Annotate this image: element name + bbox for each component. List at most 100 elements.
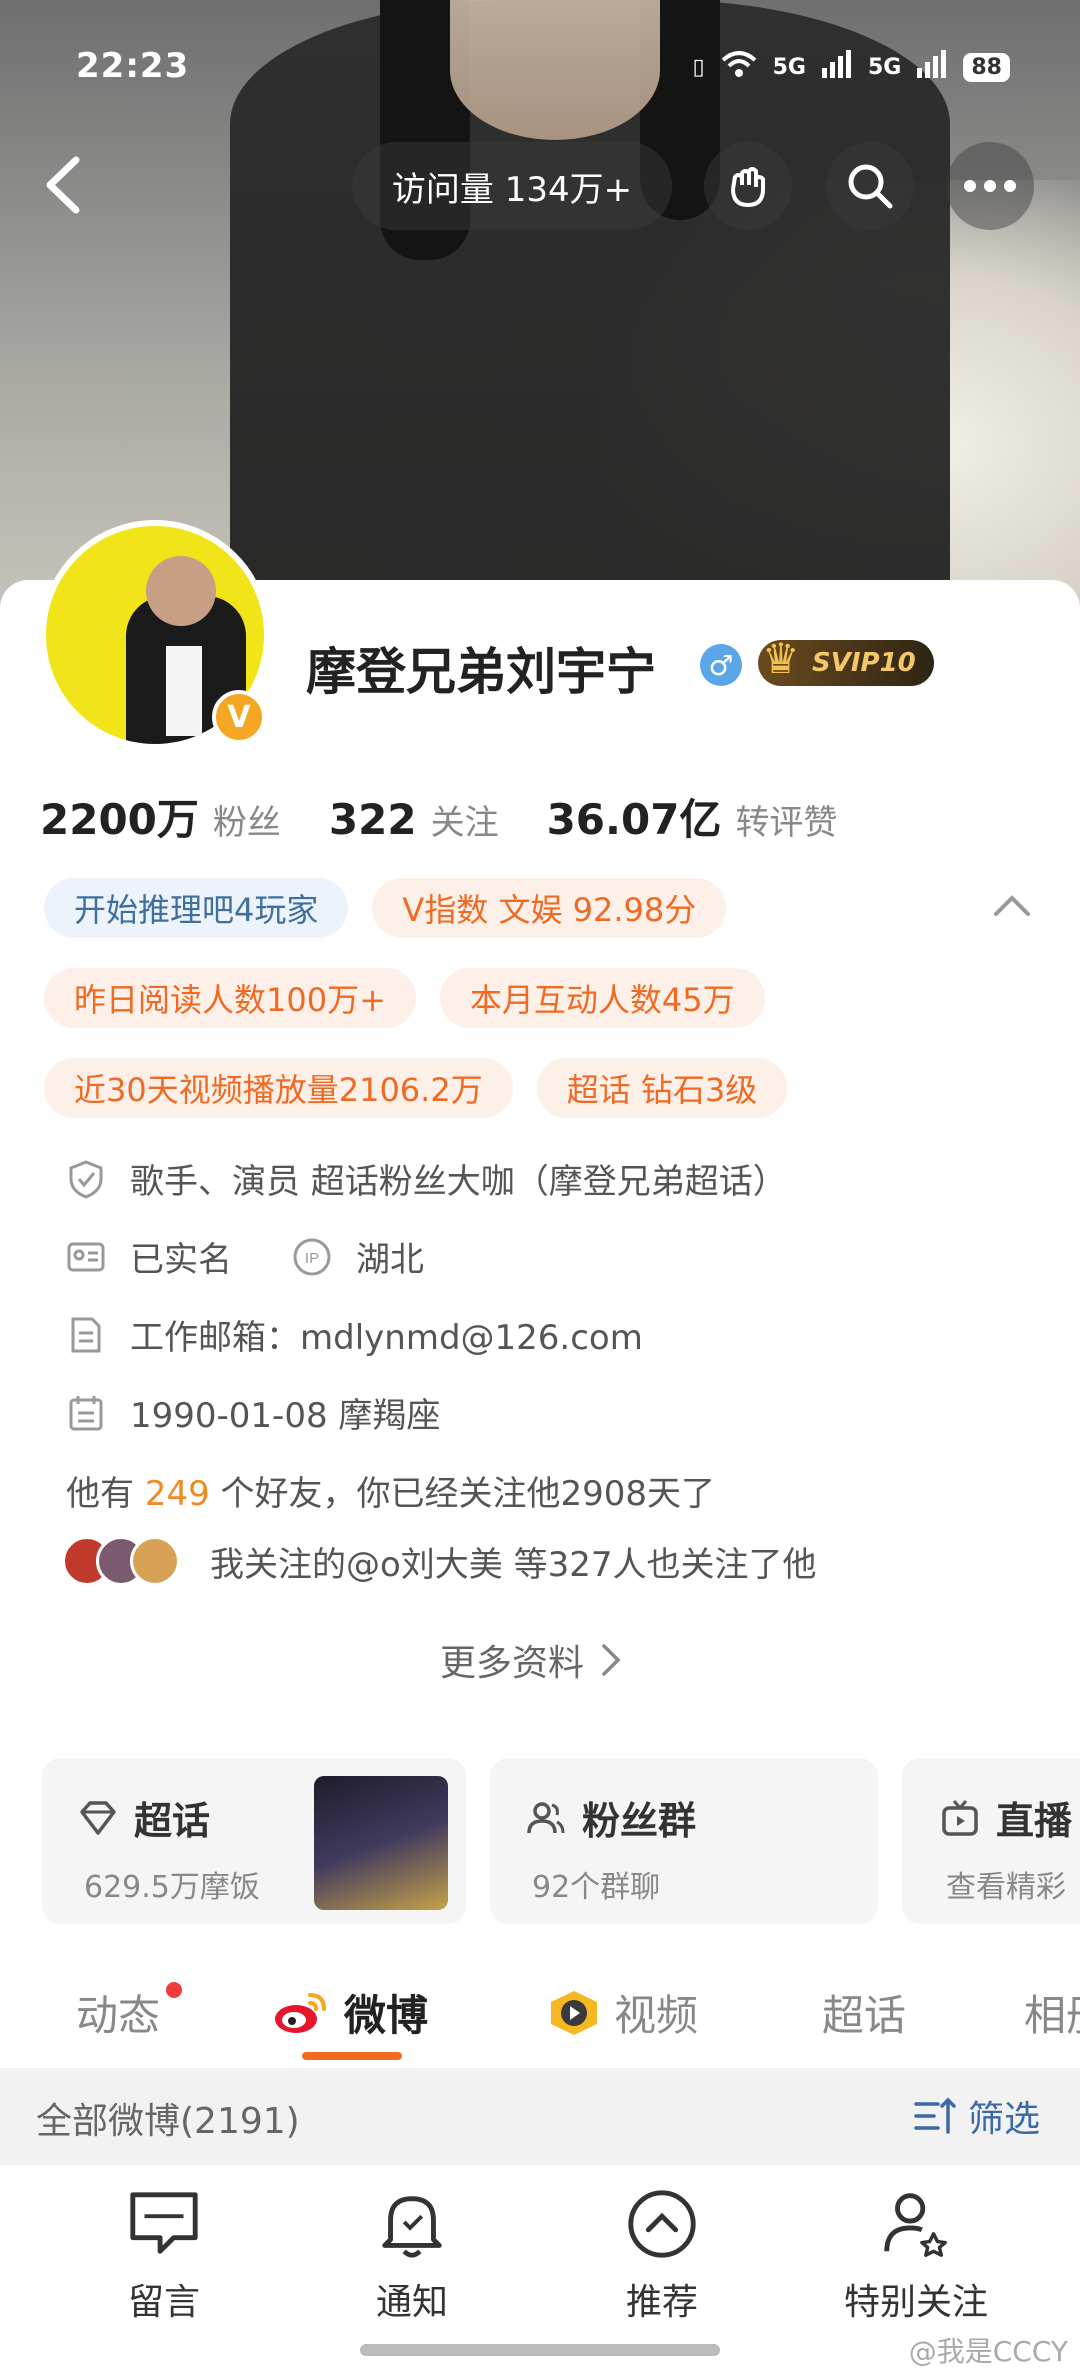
tab-super-topic[interactable]: 超话: [822, 1982, 906, 2043]
tags-row-1: 开始推理吧4玩家 V指数 文娱 92.98分: [44, 878, 727, 938]
bell-check-icon: [382, 2196, 442, 2258]
ip-icon: IP: [293, 1238, 331, 1275]
gift-button[interactable]: [704, 142, 792, 230]
v-index-tag[interactable]: V指数 文娱 92.98分: [372, 878, 727, 938]
chevron-up-icon[interactable]: [992, 886, 1032, 926]
feed-filter-bar: 全部微博(2191) 筛选: [0, 2068, 1080, 2164]
vibrate-icon: ▯: [692, 54, 705, 80]
calendar-icon: [69, 1395, 103, 1430]
tv-icon: [942, 1799, 978, 1836]
more-info-label: 更多资料: [440, 1643, 585, 1684]
email-info-row[interactable]: 工作邮箱：mdlynmd@126.com: [66, 1310, 643, 1359]
signal-2-label: 5G: [868, 54, 902, 80]
tab-album-label: 相册: [1024, 1991, 1080, 2040]
message-button[interactable]: 留言: [64, 2185, 264, 2325]
likes-count: 36.07亿: [546, 795, 722, 844]
profile-name: 摩登兄弟刘宇宁: [306, 643, 656, 701]
tab-weibo[interactable]: 微博: [272, 1982, 428, 2043]
search-icon: [848, 164, 893, 209]
live-sub: 查看精彩: [946, 1870, 1066, 1905]
ip-icon-label: IP: [305, 1250, 319, 1267]
chevron-right-icon: [602, 1644, 621, 1676]
special-follow-label: 特别关注: [843, 2282, 988, 2323]
document-icon: [71, 1317, 101, 1352]
notify-label: 通知: [375, 2282, 448, 2323]
super-topic-sub: 629.5万摩饭: [84, 1870, 260, 1905]
mutual-text: 我关注的@o刘大美 等327人也关注了他: [210, 1544, 817, 1585]
fan-group-title-row: 粉丝群: [526, 1790, 696, 1845]
signal-1-label: 5G: [772, 54, 806, 80]
friends-prefix: 他有: [66, 1474, 145, 1514]
filter-button[interactable]: 筛选: [914, 2090, 1040, 2142]
active-tab-indicator: [302, 2052, 402, 2060]
more-button[interactable]: [946, 142, 1034, 230]
id-card-icon: [67, 1242, 105, 1271]
friends-info[interactable]: 他有 249 个好友，你已经关注他2908天了: [66, 1466, 715, 1515]
tags-row-2: 昨日阅读人数100万+ 本月互动人数45万: [44, 968, 765, 1028]
mutual-followers[interactable]: 我关注的@o刘大美 等327人也关注了他: [62, 1536, 817, 1586]
tab-feed[interactable]: 动态: [76, 1982, 160, 2043]
search-button[interactable]: [826, 142, 914, 230]
profile-tabs: 动态 微博 视频 超话 相册: [0, 1960, 1080, 2070]
followers-stat[interactable]: 2200万 粉丝: [40, 786, 281, 847]
tab-super-topic-label: 超话: [822, 1991, 907, 2040]
status-icons: ▯ 5G 5G 88: [693, 50, 1010, 84]
status-bar: 22:23 ▯ 5G 5G 88: [0, 40, 1080, 100]
reads-tag[interactable]: 昨日阅读人数100万+: [44, 968, 416, 1028]
tab-video[interactable]: 视频: [546, 1982, 698, 2043]
notification-dot: [166, 1982, 182, 1998]
message-bubble-icon: [130, 2192, 198, 2254]
game-tag[interactable]: 开始推理吧4玩家: [44, 878, 349, 938]
tab-video-label: 视频: [614, 1991, 699, 2040]
tags-row-3: 近30天视频播放量2106.2万 超话 钻石3级: [44, 1058, 788, 1118]
fan-group-sub: 92个群聊: [532, 1870, 661, 1905]
profile-stats: 2200万 粉丝 322 关注 36.07亿 转评赞: [40, 786, 885, 847]
followers-count: 2200万: [40, 795, 199, 844]
svip-badge[interactable]: SVIP10: [758, 634, 934, 686]
verify-info-row[interactable]: 歌手、演员 超话粉丝大咖（摩登兄弟超话）: [66, 1154, 787, 1203]
special-follow-button[interactable]: 特别关注: [816, 2185, 1016, 2325]
battery-level: 88: [963, 52, 1010, 82]
avatar-shirt: [166, 646, 202, 736]
interactions-tag[interactable]: 本月互动人数45万: [439, 968, 765, 1028]
email-text: 工作邮箱：mdlynmd@126.com: [130, 1318, 643, 1358]
diamond-icon: [80, 1800, 116, 1835]
tab-album[interactable]: 相册: [1024, 1982, 1080, 2043]
filter-label: 筛选: [967, 2099, 1040, 2140]
following-stat[interactable]: 322 关注: [329, 795, 499, 844]
recommend-button[interactable]: 推荐: [562, 2185, 762, 2325]
super-topic-level-tag[interactable]: 超话 钻石3级: [536, 1058, 788, 1118]
signal-2-icon: [917, 50, 947, 84]
super-topic-thumbnail: [314, 1776, 448, 1910]
home-indicator[interactable]: [360, 2344, 720, 2356]
more-info-link[interactable]: 更多资料: [440, 1634, 626, 1686]
tab-weibo-label: 微博: [344, 1991, 429, 2040]
birthday-info-row: 1990-01-08 摩羯座: [66, 1388, 440, 1437]
identity-info-row: 已实名 IP 湖北: [66, 1232, 424, 1281]
fan-group-card[interactable]: 粉丝群 92个群聊: [490, 1758, 878, 1924]
wifi-icon: [721, 50, 757, 84]
male-icon: ♂: [700, 644, 742, 686]
mutual-avatar: [130, 1536, 180, 1586]
likes-label: 转评赞: [735, 803, 838, 843]
notify-button[interactable]: 通知: [312, 2185, 512, 2325]
visit-count-pill[interactable]: 访问量 134万+: [352, 142, 672, 230]
likes-stat[interactable]: 36.07亿 转评赞: [547, 786, 838, 847]
live-card[interactable]: 直播 查看精彩: [902, 1758, 1080, 1924]
watermark: @我是CCCY: [908, 2335, 1068, 2368]
birthday-text: 1990-01-08 摩羯座: [130, 1396, 441, 1436]
following-label: 关注: [430, 803, 499, 843]
fan-group-title: 粉丝群: [582, 1799, 697, 1843]
super-topic-title: 超话: [134, 1799, 211, 1843]
following-count: 322: [328, 795, 417, 844]
super-topic-card[interactable]: 超话 629.5万摩饭: [42, 1758, 466, 1924]
verify-text: 歌手、演员 超话粉丝大咖（摩登兄弟超话）: [130, 1162, 787, 1202]
video-play-icon: [551, 1990, 597, 2035]
group-icon: [527, 1801, 565, 1833]
live-title: 直播: [996, 1799, 1073, 1843]
chevron-left-icon: [46, 156, 80, 214]
back-button[interactable]: [36, 150, 96, 220]
ip-location: 湖北: [356, 1240, 424, 1280]
super-topic-title-row: 超话: [78, 1790, 210, 1845]
video-plays-tag[interactable]: 近30天视频播放量2106.2万: [44, 1058, 513, 1118]
